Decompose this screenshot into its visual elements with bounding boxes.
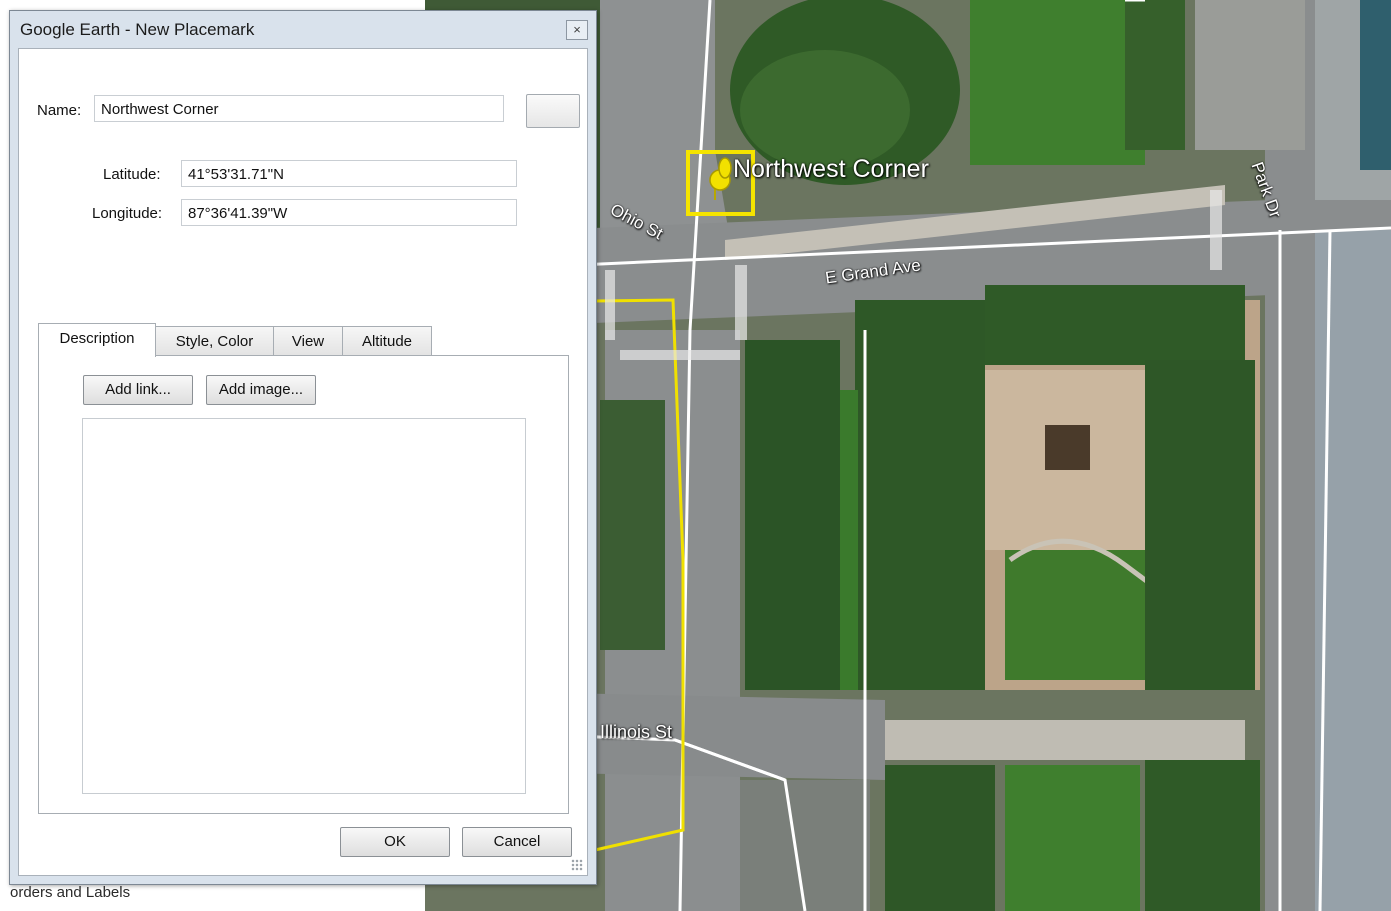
name-field[interactable]: Northwest Corner — [94, 95, 504, 122]
latitude-label: Latitude: — [103, 166, 161, 183]
cancel-button[interactable]: Cancel — [462, 827, 572, 857]
resize-grip-icon[interactable] — [571, 859, 583, 871]
close-button[interactable]: × — [566, 20, 588, 40]
longitude-label: Longitude: — [92, 205, 163, 222]
longitude-field[interactable]: 87°36'41.39"W — [181, 199, 517, 226]
dialog-body: Name: Northwest Corner Latitude: 41°53'3… — [18, 48, 588, 876]
add-image-button[interactable]: Add image... — [206, 375, 316, 405]
tab-style-color[interactable]: Style, Color — [155, 326, 274, 356]
new-placemark-dialog: Google Earth - New Placemark × Name: Nor… — [9, 10, 597, 885]
dialog-title: Google Earth - New Placemark — [20, 20, 255, 39]
tab-view[interactable]: View — [273, 326, 343, 356]
close-icon: × — [573, 22, 581, 37]
name-label: Name: — [37, 102, 82, 119]
tab-altitude[interactable]: Altitude — [342, 326, 432, 356]
placemark-icon-button[interactable] — [526, 94, 580, 128]
ok-button[interactable]: OK — [340, 827, 450, 857]
description-textarea[interactable] — [82, 418, 526, 794]
placemark-label[interactable]: Northwest Corner — [733, 155, 929, 184]
add-link-button[interactable]: Add link... — [83, 375, 193, 405]
dialog-titlebar[interactable]: Google Earth - New Placemark × — [10, 11, 596, 47]
street-label-illinois: Illinois St — [600, 722, 673, 742]
description-tab-panel: Add link... Add image... — [38, 355, 569, 814]
sidebar-layer-label[interactable]: orders and Labels — [10, 884, 130, 901]
latitude-field[interactable]: 41°53'31.71"N — [181, 160, 517, 187]
tab-description[interactable]: Description — [38, 323, 156, 357]
